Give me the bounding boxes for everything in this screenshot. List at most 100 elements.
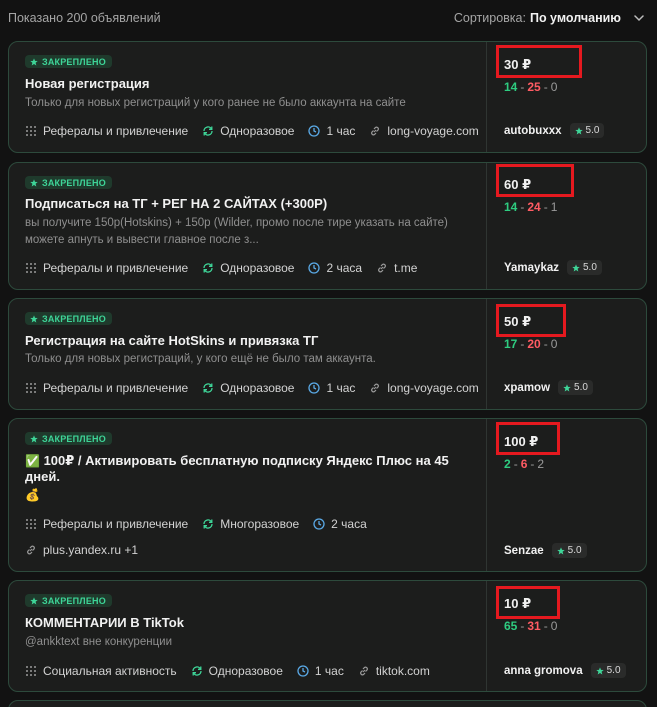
sort-value: По умолчанию (529, 11, 621, 25)
card-divider (486, 419, 487, 571)
task-link[interactable]: plus.yandex.ru +1 (25, 543, 138, 557)
category-label: Рефералы и привлечение (43, 261, 189, 275)
task-title[interactable]: Регистрация на сайте HotSkins и привязка… (25, 333, 476, 349)
task-card[interactable]: ЗАКРЕПЛЕНО Регистрация на сайте HotSkins… (8, 298, 647, 410)
frequency: Одноразовое (202, 381, 294, 395)
author-name[interactable]: autobuxxx (504, 125, 562, 137)
link-icon (371, 126, 380, 136)
task-description: Только для новых регистраций у кого ране… (25, 97, 406, 109)
pinned-badge-label: ЗАКРЕПЛЕНО (42, 313, 106, 324)
duration-label: 1 час (314, 664, 344, 678)
pinned-badge-label: ЗАКРЕПЛЕНО (42, 177, 106, 188)
task-meta-links: plus.yandex.ru +1 (25, 543, 476, 557)
task-description-line2: можете апнуть и вывести главное после з.… (25, 234, 259, 246)
author-name[interactable]: Yamaykaz (504, 262, 559, 274)
task-stats: 17-20-0 (504, 337, 558, 351)
star-icon (563, 383, 571, 391)
task-description: Только для новых регистраций, у кого ещё… (25, 353, 376, 365)
pinned-badge-label: ЗАКРЕПЛЕНО (42, 56, 106, 67)
card-divider (486, 581, 487, 691)
author-name[interactable]: Senzae (504, 545, 544, 557)
pinned-badge: ЗАКРЕПЛЕНО (25, 594, 112, 607)
task-title[interactable]: Новая регистрация (25, 76, 476, 92)
frequency: Одноразовое (202, 261, 294, 275)
task-meta: Рефералы и привлечение Одноразовое 2 час… (25, 261, 476, 275)
task-stats: 14-24-1 (504, 200, 558, 214)
duration: 2 часа (308, 261, 362, 275)
sort-dropdown[interactable]: Сортировка: По умолчанию (454, 11, 645, 25)
category-label: Рефералы и привлечение (43, 124, 189, 138)
frequency-label: Одноразовое (220, 381, 295, 395)
task-title[interactable]: КОММЕНТАРИИ В TikTok (25, 615, 476, 631)
task-link[interactable]: long-voyage.com (369, 124, 479, 138)
author[interactable]: xpamow 5.0 (504, 380, 593, 395)
stat-good: 2 (504, 457, 511, 471)
repeat-icon (203, 263, 213, 273)
task-price: 100 ₽ (504, 434, 539, 449)
author-name[interactable]: xpamow (504, 382, 550, 394)
author-rating: 5.0 (569, 123, 605, 138)
stat-bad: 24 (527, 200, 541, 214)
grid-icon (26, 126, 36, 136)
frequency-label: Одноразовое (220, 261, 295, 275)
stat-neutral: 0 (550, 80, 558, 94)
task-title[interactable]: ✅ 100₽ / Активировать бесплатную подписк… (25, 453, 476, 469)
stat-good: 65 (504, 619, 518, 633)
author[interactable]: autobuxxx 5.0 (504, 123, 605, 138)
category-label: Рефералы и привлечение (43, 517, 189, 531)
rating-value: 5.0 (606, 665, 621, 676)
author[interactable]: Senzae 5.0 (504, 543, 587, 558)
pinned-badge: ЗАКРЕПЛЕНО (25, 432, 112, 445)
stat-bad: 20 (527, 337, 541, 351)
task-link[interactable]: t.me (376, 261, 417, 275)
task-title[interactable]: Подписаться на ТГ + РЕГ НА 2 САЙТАХ (+30… (25, 196, 476, 212)
frequency: Одноразовое (202, 124, 294, 138)
task-stats: 14-25-0 (504, 80, 558, 94)
author[interactable]: anna gromova 5.0 (504, 663, 626, 678)
grid-icon (26, 263, 36, 273)
category: Социальная активность (25, 664, 177, 678)
author-name[interactable]: anna gromova (504, 665, 583, 677)
author-rating: 5.0 (567, 260, 602, 275)
pinned-badge: ЗАКРЕПЛЕНО (25, 176, 112, 189)
stat-bad: 31 (527, 619, 541, 633)
card-divider (486, 42, 487, 152)
card-divider (486, 163, 487, 289)
task-card[interactable]: ЗАКРЕПЛЕНО ✅ 100₽ / Активировать бесплат… (8, 418, 647, 572)
clock-icon (308, 262, 321, 274)
task-title-line1: 100₽ / Активировать бесплатную подписку … (43, 453, 449, 468)
link-icon (378, 263, 386, 273)
duration-label: 2 часа (326, 261, 363, 275)
stat-good: 17 (504, 337, 518, 351)
task-card[interactable]: ЗАКРЕПЛЕНО КОММЕНТАРИИ В TikTok @ankktex… (8, 580, 647, 692)
task-link[interactable]: tiktok.com (358, 664, 430, 678)
duration: 1 час (297, 664, 344, 678)
category: Рефералы и привлечение (25, 261, 188, 275)
author-rating: 5.0 (551, 543, 587, 558)
repeat-icon (203, 519, 213, 529)
task-link[interactable]: long-voyage.com (369, 381, 479, 395)
stat-good: 14 (504, 80, 518, 94)
task-card[interactable]: ЗАКРЕПЛЕНО Подписаться на ТГ + РЕГ НА 2 … (8, 162, 647, 290)
author[interactable]: Yamaykaz 5.0 (504, 260, 602, 275)
task-card-partial[interactable] (8, 700, 647, 707)
link-label: plus.yandex.ru +1 (43, 543, 139, 557)
clock-icon (297, 665, 309, 677)
grid-icon (26, 519, 36, 529)
money-bag-icon: 💰 (25, 488, 40, 502)
link-icon (371, 383, 380, 393)
rating-value: 5.0 (567, 545, 582, 556)
link-label: long-voyage.com (387, 124, 479, 138)
star-icon (30, 178, 38, 186)
stat-neutral: 2 (537, 457, 545, 471)
grid-icon (26, 666, 36, 676)
duration-label: 1 час (326, 124, 356, 138)
task-description: @ankktext вне конкуренции (25, 636, 173, 648)
task-price: 10 ₽ (504, 596, 532, 611)
task-card[interactable]: ЗАКРЕПЛЕНО Новая регистрация Только для … (8, 41, 647, 153)
results-header: Показано 200 объявлений Сортировка: По у… (0, 0, 657, 36)
frequency-label: Одноразовое (208, 664, 283, 678)
star-icon (30, 57, 38, 65)
category-label: Рефералы и привлечение (43, 381, 189, 395)
task-stats: 2-6-2 (504, 457, 545, 471)
